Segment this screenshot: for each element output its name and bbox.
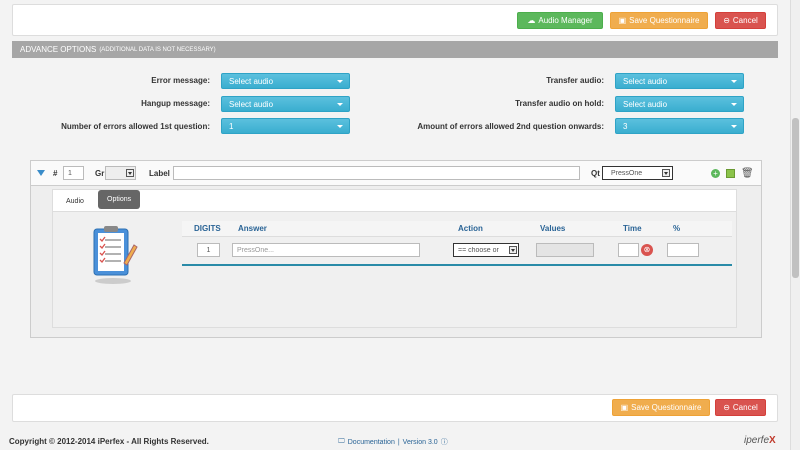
label-input[interactable] xyxy=(173,166,580,180)
version-text: Version 3.0 xyxy=(402,438,438,446)
action-value: == choose or xyxy=(458,246,499,254)
errors-second-value: 3 xyxy=(623,121,628,131)
action-select[interactable]: == choose or xyxy=(453,243,519,257)
group-label: Gr xyxy=(95,169,105,178)
question-type-value: PressOne xyxy=(611,169,643,177)
page-scrollbar[interactable] xyxy=(790,0,800,450)
transfer-hold-value: Select audio xyxy=(623,99,668,109)
logo-prefix: iperfe xyxy=(744,435,770,446)
transfer-audio-label: Transfer audio: xyxy=(546,76,604,85)
caret-down-icon xyxy=(337,80,343,83)
options-panel: DIGITS Answer Action Values Time % 1 Pre… xyxy=(52,212,737,328)
monitor-icon: 🖵 xyxy=(338,438,345,445)
qt-label: Qt xyxy=(591,169,600,178)
transfer-hold-label: Transfer audio on hold: xyxy=(515,99,604,108)
col-values: Values xyxy=(540,224,566,233)
advance-options-header: ADVANCE OPTIONS (ADDITIONAL DATA IS NOT … xyxy=(12,41,778,58)
cancel-label: Cancel xyxy=(732,16,758,25)
save-icon: ▣ xyxy=(620,402,629,412)
audio-manager-label: Audio Manager xyxy=(538,16,593,25)
time-clear-icon[interactable]: ⊗ xyxy=(641,244,653,256)
hangup-message-value: Select audio xyxy=(229,99,274,109)
trash-icon[interactable]: 🗑 xyxy=(741,168,754,179)
col-time: Time xyxy=(623,224,642,233)
footer-separator: | xyxy=(397,438,400,446)
digits-input[interactable]: 1 xyxy=(197,243,220,257)
col-action: Action xyxy=(458,224,483,233)
hangup-message-select[interactable]: Select audio xyxy=(221,96,350,112)
clipboard-checklist-icon xyxy=(93,226,138,284)
transfer-audio-value: Select audio xyxy=(623,76,668,86)
hangup-message-label: Hangup message: xyxy=(141,99,210,108)
dropdown-arrow-icon xyxy=(509,246,517,254)
iperfex-logo: iperfeX xyxy=(744,435,776,446)
caret-down-icon xyxy=(731,80,737,83)
question-tabs: Audio Options xyxy=(52,189,737,212)
minus-circle-icon: ⊖ xyxy=(723,15,730,25)
transfer-audio-select[interactable]: Select audio xyxy=(615,73,744,89)
advance-options-title: ADVANCE OPTIONS xyxy=(20,45,97,54)
info-icon: ⓘ xyxy=(440,439,448,446)
caret-down-icon xyxy=(731,103,737,106)
time-input[interactable] xyxy=(618,243,639,257)
question-number-input[interactable]: 1 xyxy=(63,166,84,180)
caret-down-icon xyxy=(337,125,343,128)
errors-first-select[interactable]: 1 xyxy=(221,118,350,134)
save-icon: ▣ xyxy=(618,15,627,25)
error-message-select[interactable]: Select audio xyxy=(221,73,350,89)
audio-manager-button[interactable]: ☁ Audio Manager xyxy=(517,12,603,29)
question-header-row: # 1 Gr Label Qt PressOne + 🗑 xyxy=(31,161,761,186)
col-digits: DIGITS xyxy=(194,224,221,233)
save-questionnaire-label: Save Questionnaire xyxy=(629,16,700,25)
cancel-button-bottom[interactable]: ⊖ Cancel xyxy=(715,399,766,416)
collapse-triangle-icon[interactable] xyxy=(37,170,45,176)
cancel-label: Cancel xyxy=(732,403,758,412)
table-divider xyxy=(182,264,732,266)
save-questionnaire-label: Save Questionnaire xyxy=(631,403,702,412)
question-number-label: # xyxy=(53,169,58,178)
copyright-text: Copyright © 2012-2014 iPerfex - All Righ… xyxy=(9,437,209,446)
tab-options[interactable]: Options xyxy=(98,190,141,209)
advance-options-note: (ADDITIONAL DATA IS NOT NECESSARY) xyxy=(99,46,216,53)
cloud-upload-icon: ☁ xyxy=(527,15,536,25)
tab-audio[interactable]: Audio xyxy=(59,195,91,208)
dropdown-arrow-icon xyxy=(126,169,134,177)
group-select[interactable] xyxy=(105,166,136,180)
error-message-label: Error message: xyxy=(151,76,210,85)
error-message-value: Select audio xyxy=(229,76,274,86)
caret-down-icon xyxy=(337,103,343,106)
save-questionnaire-button-bottom[interactable]: ▣ Save Questionnaire xyxy=(612,399,710,416)
answer-input[interactable]: PressOne... xyxy=(232,243,420,257)
dropdown-arrow-icon xyxy=(662,169,670,177)
col-percent: % xyxy=(673,224,681,233)
label-label: Label xyxy=(149,169,170,178)
errors-second-label: Amount of errors allowed 2nd question on… xyxy=(417,122,604,131)
percent-input[interactable] xyxy=(667,243,699,257)
question-type-select[interactable]: PressOne xyxy=(602,166,673,180)
errors-first-label: Number of errors allowed 1st question: xyxy=(61,122,210,131)
documentation-link[interactable]: Documentation xyxy=(348,439,395,446)
minus-circle-icon: ⊖ xyxy=(723,402,730,412)
copy-icon[interactable] xyxy=(726,169,735,178)
footer-links: 🖵 Documentation | Version 3.0 ⓘ xyxy=(338,437,448,447)
errors-first-value: 1 xyxy=(229,121,234,131)
values-input[interactable] xyxy=(536,243,594,257)
caret-down-icon xyxy=(731,125,737,128)
add-icon[interactable]: + xyxy=(711,169,720,178)
scrollbar-thumb[interactable] xyxy=(792,118,799,278)
cancel-button-top[interactable]: ⊖ Cancel xyxy=(715,12,766,29)
transfer-hold-select[interactable]: Select audio xyxy=(615,96,744,112)
logo-suffix: X xyxy=(769,435,776,446)
errors-second-select[interactable]: 3 xyxy=(615,118,744,134)
col-answer: Answer xyxy=(238,224,267,233)
save-questionnaire-button-top[interactable]: ▣ Save Questionnaire xyxy=(610,12,708,29)
question-panel: # 1 Gr Label Qt PressOne + 🗑 Audio Optio… xyxy=(30,160,762,338)
